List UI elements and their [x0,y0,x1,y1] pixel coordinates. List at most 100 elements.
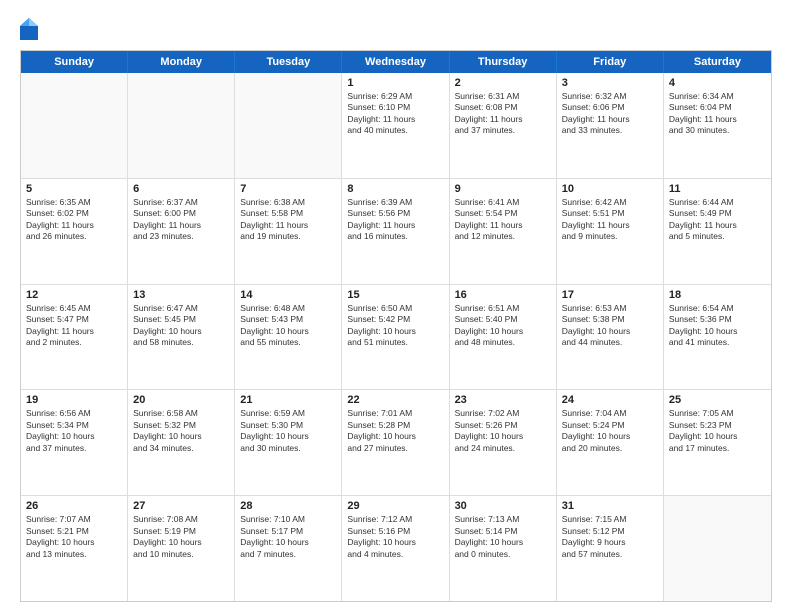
cal-cell: 17 Sunrise: 6:53 AM Sunset: 5:38 PM Dayli… [557,285,664,390]
day-number: 4 [669,77,766,89]
day-number: 24 [562,394,658,406]
cal-cell: 7 Sunrise: 6:38 AM Sunset: 5:58 PM Daylig… [235,179,342,284]
cell-text: Sunrise: 6:48 AM Sunset: 5:43 PM Dayligh… [240,303,336,349]
cal-cell: 16 Sunrise: 6:51 AM Sunset: 5:40 PM Dayli… [450,285,557,390]
cell-text: Sunrise: 6:39 AM Sunset: 5:56 PM Dayligh… [347,197,443,243]
cell-text: Sunrise: 7:10 AM Sunset: 5:17 PM Dayligh… [240,514,336,560]
cal-cell: 26 Sunrise: 7:07 AM Sunset: 5:21 PM Dayli… [21,496,128,601]
cal-cell [21,73,128,178]
cal-cell: 4 Sunrise: 6:34 AM Sunset: 6:04 PM Daylig… [664,73,771,178]
cal-cell: 23Sunrise: 7:02 AM Sunset: 5:26 PM Dayli… [450,390,557,495]
day-number: 28 [240,500,336,512]
cell-text: Sunrise: 7:07 AM Sunset: 5:21 PM Dayligh… [26,514,122,560]
cell-text: Sunrise: 6:31 AM Sunset: 6:08 PM Dayligh… [455,91,551,137]
day-number: 22 [347,394,443,406]
day-number: 6 [133,183,229,195]
cal-cell: 27 Sunrise: 7:08 AM Sunset: 5:19 PM Dayli… [128,496,235,601]
day-number: 17 [562,289,658,301]
day-number: 11 [669,183,766,195]
cal-cell: 22 Sunrise: 7:01 AM Sunset: 5:28 PM Dayli… [342,390,449,495]
day-number: 3 [562,77,658,89]
cell-text: Sunrise: 7:01 AM Sunset: 5:28 PM Dayligh… [347,408,443,454]
cell-text: Sunrise: 7:08 AM Sunset: 5:19 PM Dayligh… [133,514,229,560]
cal-cell [128,73,235,178]
cell-text: Sunrise: 6:29 AM Sunset: 6:10 PM Dayligh… [347,91,443,137]
cal-cell: 3 Sunrise: 6:32 AM Sunset: 6:06 PM Daylig… [557,73,664,178]
cell-text: Sunrise: 6:51 AM Sunset: 5:40 PM Dayligh… [455,303,551,349]
day-number: 8 [347,183,443,195]
calendar-body: 1Sunrise: 6:29 AM Sunset: 6:10 PM Daylig… [21,73,771,601]
day-number: 7 [240,183,336,195]
cal-cell: 8 Sunrise: 6:39 AM Sunset: 5:56 PM Daylig… [342,179,449,284]
cell-text: Sunrise: 6:32 AM Sunset: 6:06 PM Dayligh… [562,91,658,137]
day-number: 29 [347,500,443,512]
cal-cell: 14 Sunrise: 6:48 AM Sunset: 5:43 PM Dayli… [235,285,342,390]
cell-text: Sunrise: 6:42 AM Sunset: 5:51 PM Dayligh… [562,197,658,243]
cal-cell: 12Sunrise: 6:45 AM Sunset: 5:47 PM Dayli… [21,285,128,390]
day-number: 18 [669,289,766,301]
day-number: 2 [455,77,551,89]
cal-row-0: 1Sunrise: 6:29 AM Sunset: 6:10 PM Daylig… [21,73,771,179]
page: SundayMondayTuesdayWednesdayThursdayFrid… [0,0,792,612]
cell-text: Sunrise: 6:37 AM Sunset: 6:00 PM Dayligh… [133,197,229,243]
cal-cell: 31 Sunrise: 7:15 AM Sunset: 5:12 PM Dayli… [557,496,664,601]
day-number: 14 [240,289,336,301]
day-number: 10 [562,183,658,195]
cell-text: Sunrise: 6:41 AM Sunset: 5:54 PM Dayligh… [455,197,551,243]
day-number: 25 [669,394,766,406]
logo [20,18,42,40]
day-number: 23 [455,394,551,406]
cell-text: Sunrise: 6:50 AM Sunset: 5:42 PM Dayligh… [347,303,443,349]
header [20,18,772,40]
calendar-header: SundayMondayTuesdayWednesdayThursdayFrid… [21,51,771,73]
cal-cell: 28 Sunrise: 7:10 AM Sunset: 5:17 PM Dayli… [235,496,342,601]
cal-cell: 15 Sunrise: 6:50 AM Sunset: 5:42 PM Dayli… [342,285,449,390]
cell-text: Sunrise: 6:45 AM Sunset: 5:47 PM Dayligh… [26,303,122,349]
cell-text: Sunrise: 6:44 AM Sunset: 5:49 PM Dayligh… [669,197,766,243]
cal-cell: 2 Sunrise: 6:31 AM Sunset: 6:08 PM Daylig… [450,73,557,178]
day-number: 27 [133,500,229,512]
cell-text: Sunrise: 6:59 AM Sunset: 5:30 PM Dayligh… [240,408,336,454]
cal-cell: 6 Sunrise: 6:37 AM Sunset: 6:00 PM Daylig… [128,179,235,284]
weekday-header-saturday: Saturday [664,51,771,73]
weekday-header-sunday: Sunday [21,51,128,73]
cal-cell: 21 Sunrise: 6:59 AM Sunset: 5:30 PM Dayli… [235,390,342,495]
day-number: 21 [240,394,336,406]
weekday-header-tuesday: Tuesday [235,51,342,73]
cal-cell: 25Sunrise: 7:05 AM Sunset: 5:23 PM Dayli… [664,390,771,495]
weekday-header-monday: Monday [128,51,235,73]
weekday-header-friday: Friday [557,51,664,73]
weekday-header-thursday: Thursday [450,51,557,73]
day-number: 15 [347,289,443,301]
cell-text: Sunrise: 6:54 AM Sunset: 5:36 PM Dayligh… [669,303,766,349]
cal-cell: 30Sunrise: 7:13 AM Sunset: 5:14 PM Dayli… [450,496,557,601]
cell-text: Sunrise: 7:13 AM Sunset: 5:14 PM Dayligh… [455,514,551,560]
cell-text: Sunrise: 6:47 AM Sunset: 5:45 PM Dayligh… [133,303,229,349]
cal-cell [664,496,771,601]
cal-cell: 11 Sunrise: 6:44 AM Sunset: 5:49 PM Dayli… [664,179,771,284]
cal-cell: 13 Sunrise: 6:47 AM Sunset: 5:45 PM Dayli… [128,285,235,390]
cal-cell: 20Sunrise: 6:58 AM Sunset: 5:32 PM Dayli… [128,390,235,495]
day-number: 31 [562,500,658,512]
cal-cell: 5Sunrise: 6:35 AM Sunset: 6:02 PM Daylig… [21,179,128,284]
day-number: 16 [455,289,551,301]
cell-text: Sunrise: 7:15 AM Sunset: 5:12 PM Dayligh… [562,514,658,560]
day-number: 19 [26,394,122,406]
day-number: 13 [133,289,229,301]
cal-row-4: 26 Sunrise: 7:07 AM Sunset: 5:21 PM Dayli… [21,496,771,601]
logo-icon [20,18,38,40]
cell-text: Sunrise: 6:53 AM Sunset: 5:38 PM Dayligh… [562,303,658,349]
day-number: 26 [26,500,122,512]
cell-text: Sunrise: 7:04 AM Sunset: 5:24 PM Dayligh… [562,408,658,454]
cell-text: Sunrise: 6:35 AM Sunset: 6:02 PM Dayligh… [26,197,122,243]
cal-row-1: 5Sunrise: 6:35 AM Sunset: 6:02 PM Daylig… [21,179,771,285]
calendar: SundayMondayTuesdayWednesdayThursdayFrid… [20,50,772,602]
cal-row-2: 12Sunrise: 6:45 AM Sunset: 5:47 PM Dayli… [21,285,771,391]
cal-cell: 24 Sunrise: 7:04 AM Sunset: 5:24 PM Dayli… [557,390,664,495]
cell-text: Sunrise: 6:38 AM Sunset: 5:58 PM Dayligh… [240,197,336,243]
cal-cell: 10 Sunrise: 6:42 AM Sunset: 5:51 PM Dayli… [557,179,664,284]
cal-cell: 18 Sunrise: 6:54 AM Sunset: 5:36 PM Dayli… [664,285,771,390]
cell-text: Sunrise: 6:56 AM Sunset: 5:34 PM Dayligh… [26,408,122,454]
cell-text: Sunrise: 6:34 AM Sunset: 6:04 PM Dayligh… [669,91,766,137]
day-number: 9 [455,183,551,195]
